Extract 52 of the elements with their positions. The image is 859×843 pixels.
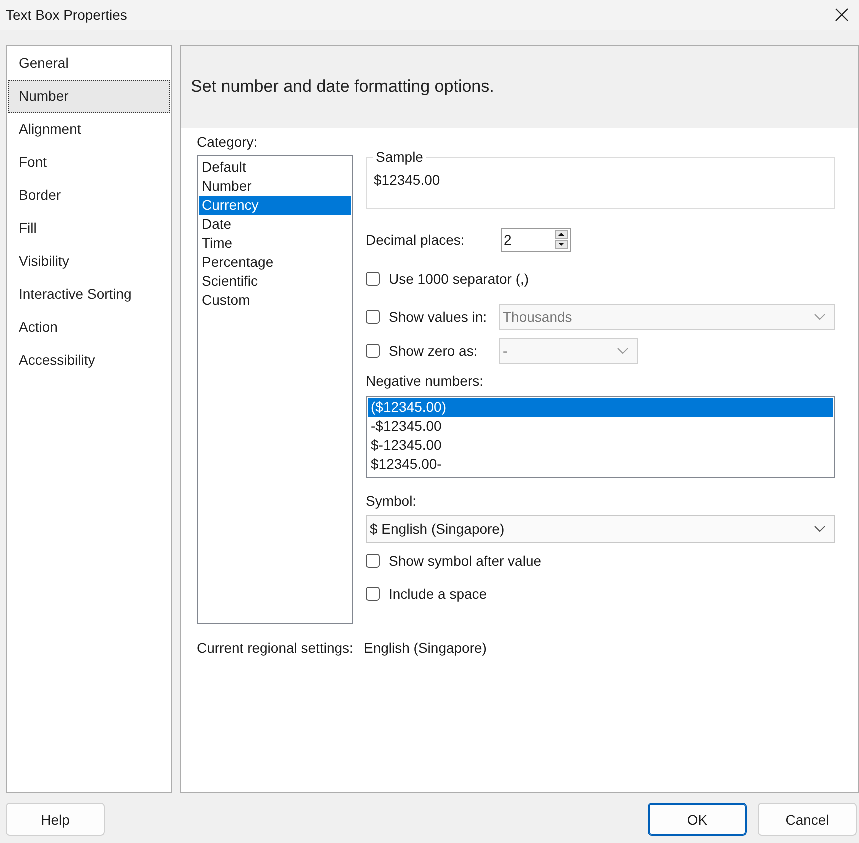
checkbox[interactable] (366, 344, 380, 358)
checkbox[interactable] (366, 554, 380, 568)
page-heading: Set number and date formatting options. (191, 77, 494, 97)
sidebar-item[interactable]: Visibility (8, 245, 170, 278)
category-item[interactable]: Currency (199, 196, 351, 215)
chevron-down-icon (814, 525, 826, 533)
help-button[interactable]: Help (6, 803, 105, 836)
sidebar-item[interactable]: Font (8, 146, 170, 179)
close-icon[interactable] (835, 8, 849, 22)
sidebar-item[interactable]: General (8, 47, 170, 80)
category-item[interactable]: Date (199, 215, 351, 234)
negative-format-item[interactable]: $12345.00- (368, 455, 833, 474)
decimal-places-spinner[interactable]: 2 (501, 228, 571, 252)
option-label: Show symbol after value (389, 553, 542, 569)
option-label: Show values in: (389, 309, 488, 325)
checkbox[interactable] (366, 272, 380, 286)
sidebar-item[interactable]: Border (8, 179, 170, 212)
category-item[interactable]: Percentage (199, 253, 351, 272)
negative-format-item[interactable]: $-12345.00 (368, 436, 833, 455)
category-item[interactable]: Custom (199, 291, 351, 310)
regional-settings-label: Current regional settings: (197, 640, 354, 656)
category-item[interactable]: Default (199, 158, 351, 177)
option-label: Include a space (389, 586, 488, 602)
checkbox[interactable] (366, 587, 380, 601)
category-item[interactable]: Scientific (199, 272, 351, 291)
sidebar-item[interactable]: Alignment (8, 113, 170, 146)
negative-format-item[interactable]: ($12345.00) (368, 398, 833, 417)
symbol-label: Symbol: (366, 492, 418, 510)
regional-settings-value: English (Singapore) (364, 640, 487, 656)
negative-format-item[interactable]: -$12345.00 (368, 417, 833, 436)
chevron-down-icon (814, 313, 826, 321)
sidebar-item[interactable]: Number (8, 80, 170, 113)
sidebar-item[interactable]: Fill (8, 212, 170, 245)
sidebar-item[interactable]: Interactive Sorting (8, 278, 170, 311)
chevron-down-icon (617, 347, 629, 355)
category-list[interactable]: Default Number Currency Date Time Percentage Scientific Custom (197, 155, 353, 624)
category-label: Category: (197, 133, 259, 151)
dialog-button[interactable]: OK (648, 803, 747, 836)
negative-numbers-label: Negative numbers: (366, 372, 485, 390)
sample-value: $12345.00 (374, 172, 440, 188)
option-label: Show zero as: (389, 343, 479, 359)
checkbox[interactable] (366, 310, 380, 324)
option-label: Use 1000 separator (,) (389, 271, 530, 287)
sidebar-item[interactable]: Accessibility (8, 344, 170, 377)
decimal-places-label: Decimal places: (366, 232, 466, 248)
dialog-button[interactable]: Cancel (758, 803, 857, 836)
window-title: Text Box Properties (6, 7, 128, 23)
category-item[interactable]: Number (199, 177, 351, 196)
sidebar-item[interactable]: Action (8, 311, 170, 344)
symbol-dropdown[interactable]: $ English (Singapore) (366, 515, 835, 543)
negative-numbers-list[interactable]: ($12345.00) -$12345.00 $-12345.00 $12345.00- (366, 396, 835, 478)
category-item[interactable]: Time (199, 234, 351, 253)
